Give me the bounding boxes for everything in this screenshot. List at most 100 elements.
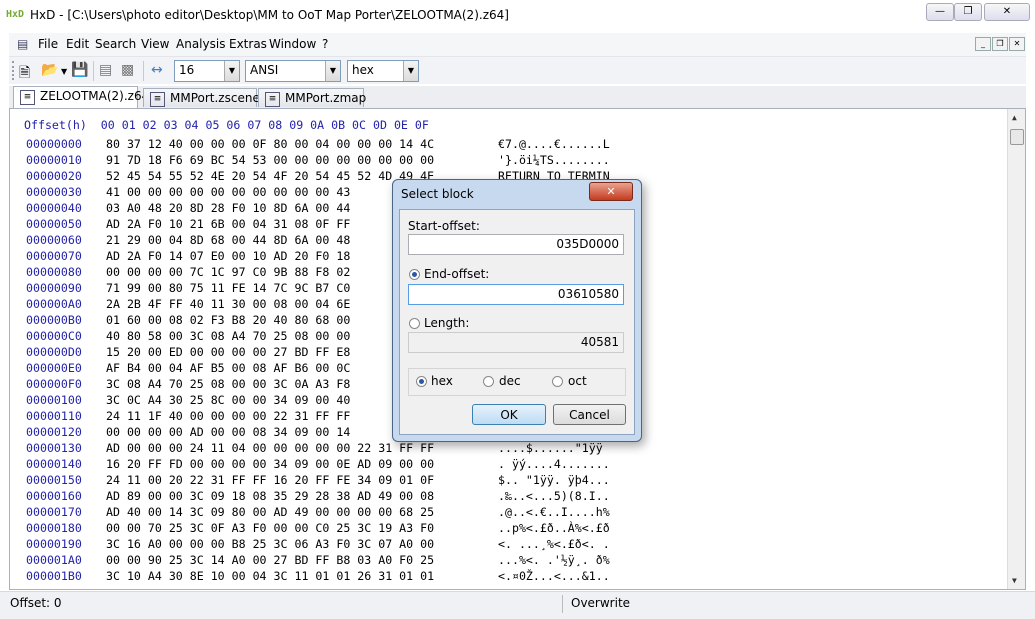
title-bar: HxD HxD - [C:\Users\photo editor\Desktop… xyxy=(0,0,1035,32)
row-ascii: .‰..<...5)(8.I.. xyxy=(498,489,610,503)
menu-view[interactable]: View xyxy=(141,37,169,51)
row-offset: 00000110 xyxy=(26,409,82,423)
charset-select[interactable]: ANSI ▼ xyxy=(245,60,341,82)
row-offset: 000000B0 xyxy=(26,313,82,327)
status-separator xyxy=(562,595,563,613)
open-folder-icon[interactable]: 📂 xyxy=(41,62,58,78)
status-bar: Offset: 0 Overwrite xyxy=(0,591,1035,619)
close-icon[interactable]: ✕ xyxy=(984,3,1030,21)
chevron-down-icon[interactable]: ▼ xyxy=(224,61,239,81)
chevron-down-icon[interactable]: ▼ xyxy=(325,61,340,81)
chevron-down-icon[interactable]: ▼ xyxy=(403,61,418,81)
cancel-button[interactable]: Cancel xyxy=(553,404,626,425)
bytes-per-row-icon: ↔ xyxy=(151,62,163,78)
length-label[interactable]: Length: xyxy=(424,316,469,330)
document-tabs: ≡ ZELOOTMA(2).z64 ≡ MMPort.zscene ≡ MMPo… xyxy=(9,86,1026,108)
menu-analysis[interactable]: Analysis xyxy=(176,37,225,51)
menu-file[interactable]: File xyxy=(38,37,58,51)
row-offset: 000000A0 xyxy=(26,297,82,311)
mdi-restore-icon[interactable]: ❐ xyxy=(992,37,1008,51)
row-offset: 00000090 xyxy=(26,281,82,295)
row-hex-bytes: 21 29 00 04 8D 68 00 44 8D 6A 00 48 xyxy=(106,233,351,247)
row-ascii: <.¤0Ž...<...&1.. xyxy=(498,569,610,583)
charset-value: ANSI xyxy=(250,63,279,77)
save-icon[interactable]: 💾 xyxy=(71,62,88,78)
row-hex-bytes: 3C 08 A4 70 25 08 00 00 3C 0A A3 F8 xyxy=(106,377,351,391)
menu-bar: ▤ File Edit Search View Analysis Extras … xyxy=(9,33,1026,57)
end-offset-field[interactable]: 03610580 xyxy=(408,284,624,305)
mdi-minimize-icon[interactable]: _ xyxy=(975,37,991,51)
row-offset: 00000020 xyxy=(26,169,82,183)
toolbar-separator xyxy=(93,61,94,81)
open-dropdown-icon[interactable]: ▼ xyxy=(61,67,67,76)
offset-base-select[interactable]: hex ▼ xyxy=(347,60,419,82)
row-ascii: ....$......"1ÿÿ xyxy=(498,441,603,455)
menu-search[interactable]: Search xyxy=(95,37,136,51)
length-radio[interactable] xyxy=(409,318,420,329)
scrollbar-thumb[interactable] xyxy=(1010,129,1024,145)
row-offset: 00000080 xyxy=(26,265,82,279)
toolbar-grip[interactable] xyxy=(12,61,17,80)
dialog-title: Select block xyxy=(401,187,474,201)
scroll-down-icon[interactable]: ▼ xyxy=(1012,576,1017,585)
tab-mmport-zscene[interactable]: ≡ MMPort.zscene xyxy=(143,88,260,107)
base-dec-label[interactable]: dec xyxy=(499,374,521,388)
restore-icon[interactable]: ❐ xyxy=(954,3,982,21)
row-hex-bytes: 2A 2B 4F FF 40 11 30 00 08 00 04 6E xyxy=(106,297,351,311)
row-hex-bytes: AD 2A F0 14 07 E0 00 10 AD 20 F0 18 xyxy=(106,249,351,263)
row-hex-bytes: 3C 10 A4 30 8E 10 00 04 3C 11 01 01 26 3… xyxy=(106,569,435,583)
status-mode: Overwrite xyxy=(571,596,631,610)
base-oct-label[interactable]: oct xyxy=(568,374,587,388)
row-ascii: <. ...¸%<.£ð<. . xyxy=(498,537,610,551)
menu-window[interactable]: Window xyxy=(269,37,316,51)
menu-edit[interactable]: Edit xyxy=(66,37,89,51)
row-offset: 00000040 xyxy=(26,201,82,215)
base-hex-radio[interactable] xyxy=(416,376,427,387)
bytes-per-row-value: 16 xyxy=(179,63,195,77)
app-icon: HxD xyxy=(6,9,25,20)
row-offset: 00000140 xyxy=(26,457,82,471)
row-offset: 00000190 xyxy=(26,537,82,551)
row-hex-bytes: 40 80 58 00 3C 08 A4 70 25 08 00 00 xyxy=(106,329,351,343)
row-offset: 00000120 xyxy=(26,425,82,439)
length-field[interactable]: 40581 xyxy=(408,332,624,353)
start-offset-field[interactable]: 035D0000 xyxy=(408,234,624,255)
disk-icon[interactable]: ▩ xyxy=(121,62,134,78)
row-hex-bytes: 00 00 90 25 3C 14 A0 00 27 BD FF B8 03 A… xyxy=(106,553,435,567)
row-ascii: '}.öi¼TS........ xyxy=(498,153,610,167)
row-offset: 000001B0 xyxy=(26,569,82,583)
minimize-icon[interactable]: — xyxy=(926,3,954,21)
row-offset: 000000F0 xyxy=(26,377,82,391)
row-hex-bytes: 03 A0 48 20 8D 28 F0 10 8D 6A 00 44 xyxy=(106,201,351,215)
tab-mmport-zmap[interactable]: ≡ MMPort.zmap xyxy=(258,88,367,107)
row-hex-bytes: AF B4 00 04 AF B5 00 08 AF B6 00 0C xyxy=(106,361,351,375)
hex-file-icon: ≡ xyxy=(20,90,35,105)
end-offset-radio[interactable] xyxy=(409,269,420,280)
end-offset-label[interactable]: End-offset: xyxy=(424,267,489,281)
vertical-scrollbar[interactable]: ▲ ▼ xyxy=(1007,109,1025,589)
row-offset: 00000070 xyxy=(26,249,82,263)
scroll-up-icon[interactable]: ▲ xyxy=(1012,113,1017,122)
row-hex-bytes: AD 00 00 00 24 11 04 00 00 00 00 00 22 3… xyxy=(106,441,435,455)
ram-chip-icon[interactable]: ▤ xyxy=(99,62,112,78)
tab-label: MMPort.zmap xyxy=(285,91,367,105)
new-file-icon[interactable]: 🗎 xyxy=(19,62,30,86)
base-oct-radio[interactable] xyxy=(552,376,563,387)
row-offset: 00000100 xyxy=(26,393,82,407)
row-offset: 00000180 xyxy=(26,521,82,535)
row-ascii: ...%<. .'½ÿ¸. ð% xyxy=(498,553,610,567)
row-ascii: .@..<.€..I....h% xyxy=(498,505,610,519)
ok-button[interactable]: OK xyxy=(472,404,546,425)
tab-zelootma[interactable]: ≡ ZELOOTMA(2).z64 xyxy=(13,86,149,108)
menu-help[interactable]: ? xyxy=(322,37,328,51)
status-offset: Offset: 0 xyxy=(10,596,62,610)
mdi-close-icon[interactable]: ✕ xyxy=(1009,37,1025,51)
bytes-per-row-select[interactable]: 16 ▼ xyxy=(174,60,240,82)
base-radio-group: hex dec oct xyxy=(408,368,626,396)
mdi-document-icon[interactable]: ▤ xyxy=(17,37,28,51)
base-hex-label[interactable]: hex xyxy=(431,374,453,388)
base-dec-radio[interactable] xyxy=(483,376,494,387)
menu-extras[interactable]: Extras xyxy=(229,37,267,51)
row-offset: 000001A0 xyxy=(26,553,82,567)
close-icon[interactable]: ✕ xyxy=(589,182,633,201)
